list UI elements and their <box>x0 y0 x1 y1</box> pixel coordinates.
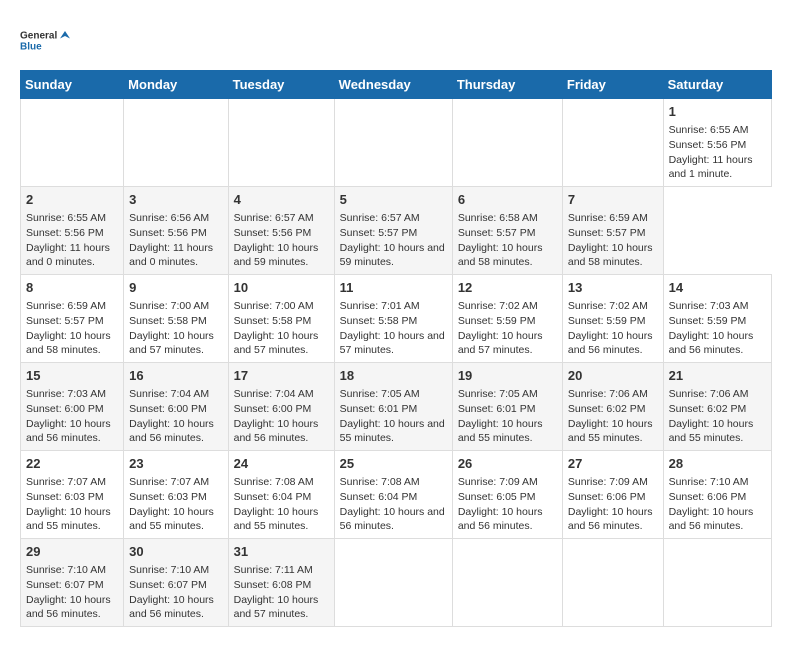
calendar-empty-cell <box>124 99 228 187</box>
calendar-day-cell: 28Sunrise: 7:10 AMSunset: 6:06 PMDayligh… <box>663 451 771 539</box>
day-header-wednesday: Wednesday <box>334 71 452 99</box>
calendar-day-cell: 16Sunrise: 7:04 AMSunset: 6:00 PMDayligh… <box>124 363 228 451</box>
calendar-week-row: 1Sunrise: 6:55 AMSunset: 5:56 PMDaylight… <box>21 99 772 187</box>
calendar-empty-cell <box>562 539 663 627</box>
svg-text:Blue: Blue <box>20 42 42 53</box>
calendar-week-row: 8Sunrise: 6:59 AMSunset: 5:57 PMDaylight… <box>21 275 772 363</box>
calendar-empty-cell <box>452 539 562 627</box>
calendar-day-cell: 9Sunrise: 7:00 AMSunset: 5:58 PMDaylight… <box>124 275 228 363</box>
calendar-day-cell: 14Sunrise: 7:03 AMSunset: 5:59 PMDayligh… <box>663 275 771 363</box>
calendar-day-cell: 25Sunrise: 7:08 AMSunset: 6:04 PMDayligh… <box>334 451 452 539</box>
calendar-day-cell: 10Sunrise: 7:00 AMSunset: 5:58 PMDayligh… <box>228 275 334 363</box>
day-header-saturday: Saturday <box>663 71 771 99</box>
calendar-header-row: SundayMondayTuesdayWednesdayThursdayFrid… <box>21 71 772 99</box>
calendar-week-row: 15Sunrise: 7:03 AMSunset: 6:00 PMDayligh… <box>21 363 772 451</box>
calendar-day-cell: 1Sunrise: 6:55 AMSunset: 5:56 PMDaylight… <box>663 99 771 187</box>
svg-text:General: General <box>20 30 57 41</box>
calendar-empty-cell <box>334 99 452 187</box>
calendar-day-cell: 15Sunrise: 7:03 AMSunset: 6:00 PMDayligh… <box>21 363 124 451</box>
calendar-empty-cell <box>663 539 771 627</box>
calendar-day-cell: 13Sunrise: 7:02 AMSunset: 5:59 PMDayligh… <box>562 275 663 363</box>
calendar-table: SundayMondayTuesdayWednesdayThursdayFrid… <box>20 70 772 627</box>
calendar-day-cell: 5Sunrise: 6:57 AMSunset: 5:57 PMDaylight… <box>334 187 452 275</box>
day-header-sunday: Sunday <box>21 71 124 99</box>
calendar-day-cell: 18Sunrise: 7:05 AMSunset: 6:01 PMDayligh… <box>334 363 452 451</box>
calendar-day-cell: 24Sunrise: 7:08 AMSunset: 6:04 PMDayligh… <box>228 451 334 539</box>
calendar-day-cell: 3Sunrise: 6:56 AMSunset: 5:56 PMDaylight… <box>124 187 228 275</box>
calendar-day-cell: 30Sunrise: 7:10 AMSunset: 6:07 PMDayligh… <box>124 539 228 627</box>
calendar-week-row: 22Sunrise: 7:07 AMSunset: 6:03 PMDayligh… <box>21 451 772 539</box>
calendar-day-cell: 4Sunrise: 6:57 AMSunset: 5:56 PMDaylight… <box>228 187 334 275</box>
day-header-thursday: Thursday <box>452 71 562 99</box>
calendar-day-cell: 7Sunrise: 6:59 AMSunset: 5:57 PMDaylight… <box>562 187 663 275</box>
day-header-friday: Friday <box>562 71 663 99</box>
calendar-day-cell: 12Sunrise: 7:02 AMSunset: 5:59 PMDayligh… <box>452 275 562 363</box>
calendar-empty-cell <box>21 99 124 187</box>
calendar-week-row: 29Sunrise: 7:10 AMSunset: 6:07 PMDayligh… <box>21 539 772 627</box>
calendar-empty-cell <box>334 539 452 627</box>
calendar-day-cell: 26Sunrise: 7:09 AMSunset: 6:05 PMDayligh… <box>452 451 562 539</box>
calendar-day-cell: 2Sunrise: 6:55 AMSunset: 5:56 PMDaylight… <box>21 187 124 275</box>
day-header-tuesday: Tuesday <box>228 71 334 99</box>
calendar-day-cell: 21Sunrise: 7:06 AMSunset: 6:02 PMDayligh… <box>663 363 771 451</box>
calendar-day-cell: 23Sunrise: 7:07 AMSunset: 6:03 PMDayligh… <box>124 451 228 539</box>
calendar-day-cell: 20Sunrise: 7:06 AMSunset: 6:02 PMDayligh… <box>562 363 663 451</box>
calendar-empty-cell <box>452 99 562 187</box>
calendar-day-cell: 11Sunrise: 7:01 AMSunset: 5:58 PMDayligh… <box>334 275 452 363</box>
calendar-day-cell: 6Sunrise: 6:58 AMSunset: 5:57 PMDaylight… <box>452 187 562 275</box>
calendar-week-row: 2Sunrise: 6:55 AMSunset: 5:56 PMDaylight… <box>21 187 772 275</box>
calendar-day-cell: 8Sunrise: 6:59 AMSunset: 5:57 PMDaylight… <box>21 275 124 363</box>
logo-svg: General Blue <box>20 20 70 60</box>
calendar-empty-cell <box>562 99 663 187</box>
calendar-day-cell: 29Sunrise: 7:10 AMSunset: 6:07 PMDayligh… <box>21 539 124 627</box>
logo: General Blue <box>20 20 70 60</box>
page-header: General Blue <box>20 20 772 60</box>
calendar-empty-cell <box>228 99 334 187</box>
calendar-day-cell: 31Sunrise: 7:11 AMSunset: 6:08 PMDayligh… <box>228 539 334 627</box>
calendar-day-cell: 22Sunrise: 7:07 AMSunset: 6:03 PMDayligh… <box>21 451 124 539</box>
calendar-day-cell: 27Sunrise: 7:09 AMSunset: 6:06 PMDayligh… <box>562 451 663 539</box>
calendar-day-cell: 17Sunrise: 7:04 AMSunset: 6:00 PMDayligh… <box>228 363 334 451</box>
day-header-monday: Monday <box>124 71 228 99</box>
calendar-day-cell: 19Sunrise: 7:05 AMSunset: 6:01 PMDayligh… <box>452 363 562 451</box>
